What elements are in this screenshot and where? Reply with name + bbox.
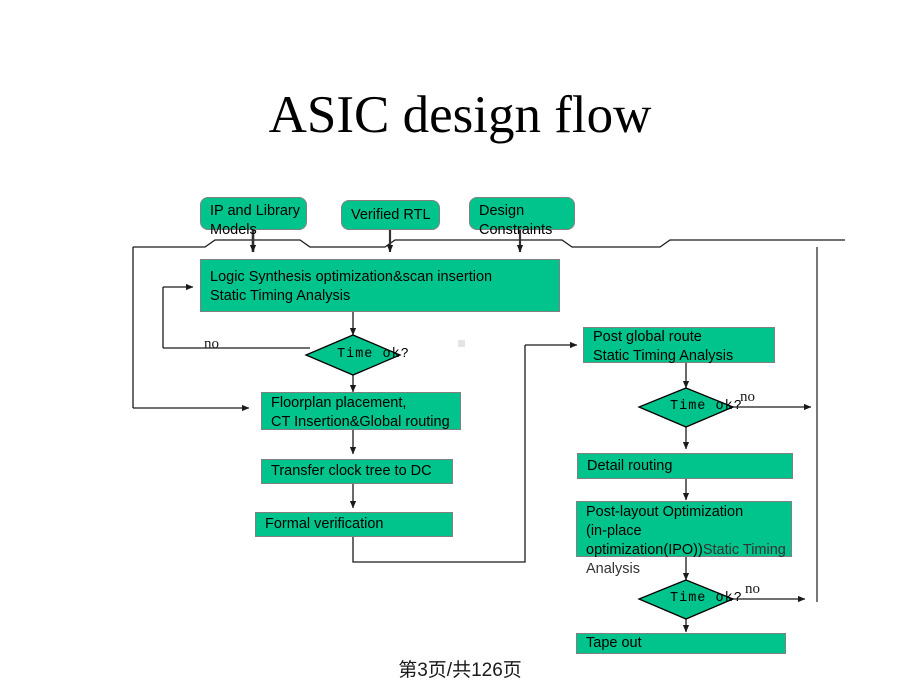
edge-label-no-post-global-route: no	[740, 389, 755, 405]
node-design-constraints[interactable]: Design Constraints	[469, 197, 575, 238]
node-transfer-clock-tree[interactable]: Transfer clock tree to DC	[261, 459, 453, 484]
edge-label-no-post-layout: no	[745, 581, 760, 597]
node-detail-routing[interactable]: Detail routing	[577, 453, 793, 479]
node-formal-verification[interactable]: Formal verification	[255, 512, 453, 537]
decision-label-time-ok-post-layout: Time ok?	[670, 591, 743, 606]
decision-label-time-ok-post-global-route: Time ok?	[670, 399, 743, 414]
decision-label-time-ok-synthesis: Time ok?	[337, 347, 410, 362]
node-logic-synthesis[interactable]: Logic Synthesis optimization&scan insert…	[200, 259, 560, 312]
node-ip-and-library-models[interactable]: IP and Library Models	[200, 197, 307, 238]
stray-marker-artifact	[458, 340, 465, 347]
node-tape-out[interactable]: Tape out	[576, 633, 786, 654]
edge-label-no-synthesis: no	[204, 336, 219, 352]
page-number-footer: 第3页/共126页	[398, 660, 522, 681]
node-post-global-route[interactable]: Post global route Static Timing Analysis	[583, 327, 775, 364]
node-post-layout-optimization[interactable]: Post-layout Optimization (in-place optim…	[576, 501, 792, 577]
node-verified-rtl[interactable]: Verified RTL	[341, 200, 440, 230]
slide-canvas: ASIC design flow IP and Library Models V…	[0, 0, 920, 690]
node-floorplan-placement[interactable]: Floorplan placement, CT Insertion&Global…	[261, 392, 461, 430]
